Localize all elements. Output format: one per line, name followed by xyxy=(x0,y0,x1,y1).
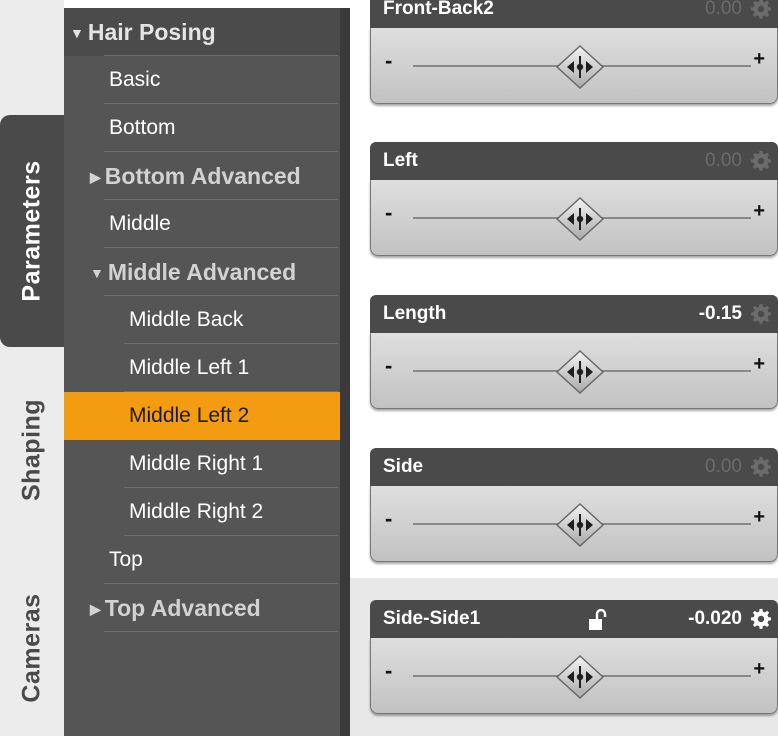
slider-header: Side-Side1 -0.020 xyxy=(370,600,778,638)
decrement-button[interactable]: - xyxy=(385,658,392,684)
tree-item-middle-left-2[interactable]: Middle Left 2 xyxy=(64,392,340,440)
slider-value[interactable]: -0.15 xyxy=(699,295,742,333)
slider-track-area[interactable]: - + xyxy=(370,486,778,562)
collapsed-arrow-icon[interactable]: ▶ xyxy=(90,585,101,633)
tree-item-top-advanced[interactable]: ▶ Top Advanced xyxy=(64,584,340,632)
tab-parameters[interactable]: Parameters xyxy=(0,115,64,347)
slider-value[interactable]: -0.020 xyxy=(688,600,742,638)
tree-item-label: Bottom xyxy=(109,116,176,139)
decrement-button[interactable]: - xyxy=(385,200,392,226)
slider-header: Side 0.00 xyxy=(370,448,778,486)
slider-knob[interactable] xyxy=(555,654,605,700)
tab-shaping[interactable]: Shaping xyxy=(0,370,64,530)
tree-item-middle[interactable]: Middle xyxy=(64,200,340,248)
slider-track-area[interactable]: - + xyxy=(370,28,778,104)
slider-track-area[interactable]: - + xyxy=(370,333,778,409)
tree-item-label: Middle Left 2 xyxy=(129,404,250,427)
tab-parameters-label: Parameters xyxy=(17,160,46,302)
slider-header: Left 0.00 xyxy=(370,142,778,180)
slider-knob[interactable] xyxy=(555,44,605,90)
tree-item-bottom-advanced[interactable]: ▶ Bottom Advanced xyxy=(64,152,340,200)
slider-side-side1: Side-Side1 -0.020- + xyxy=(370,600,778,717)
tree-item-middle-right-2[interactable]: Middle Right 2 xyxy=(64,488,340,536)
panel-splitter[interactable] xyxy=(340,8,350,736)
tree-item-basic[interactable]: Basic xyxy=(64,56,340,104)
slider-value[interactable]: 0.00 xyxy=(705,448,742,486)
tree-item-middle-advanced[interactable]: ▼ Middle Advanced xyxy=(64,248,340,296)
tree-item-label: Top xyxy=(109,548,143,571)
gear-icon[interactable] xyxy=(750,608,772,630)
decrement-button[interactable]: - xyxy=(385,48,392,74)
tree-header-label: Hair Posing xyxy=(87,19,216,45)
gear-icon[interactable] xyxy=(750,456,772,478)
slider-header: Front-Back2 0.00 xyxy=(370,0,778,28)
slider-track-area[interactable]: - + xyxy=(370,180,778,256)
tab-cameras-label: Cameras xyxy=(17,593,46,703)
decrement-button[interactable]: - xyxy=(385,506,392,532)
parameter-tree: ▼ Hair Posing Basic Bottom ▶ Bottom Advanced M… xyxy=(64,8,340,736)
tab-shaping-label: Shaping xyxy=(17,398,46,502)
tree-item-label: Middle xyxy=(109,212,171,235)
tab-cameras[interactable]: Cameras xyxy=(0,560,64,736)
gear-icon[interactable] xyxy=(750,150,772,172)
slider-label: Front-Back2 xyxy=(383,0,494,19)
tree-item-label: Middle Back xyxy=(129,308,244,331)
gear-icon[interactable] xyxy=(750,0,772,20)
slider-header: Length -0.15 xyxy=(370,295,778,333)
tree-header-hair-posing[interactable]: ▼ Hair Posing xyxy=(64,8,340,56)
increment-button[interactable]: + xyxy=(753,48,765,71)
tree-item-label: Middle Left 1 xyxy=(129,356,250,379)
row-divider xyxy=(104,55,338,56)
slider-value[interactable]: 0.00 xyxy=(705,0,742,28)
unlock-icon[interactable] xyxy=(588,608,608,631)
expanded-arrow-icon[interactable]: ▼ xyxy=(90,249,104,297)
slider-left: Left 0.00- + xyxy=(370,142,778,259)
slider-front-back2: Front-Back2 0.00- + xyxy=(370,0,778,107)
decrement-button[interactable]: - xyxy=(385,353,392,379)
slider-knob[interactable] xyxy=(555,502,605,548)
slider-label: Side xyxy=(383,456,424,477)
tree-item-middle-right-1[interactable]: Middle Right 1 xyxy=(64,440,340,488)
slider-knob[interactable] xyxy=(555,349,605,395)
slider-value[interactable]: 0.00 xyxy=(705,142,742,180)
slider-knob[interactable] xyxy=(555,196,605,242)
vertical-tab-strip: Parameters Shaping Cameras xyxy=(0,0,64,736)
increment-button[interactable]: + xyxy=(753,658,765,681)
collapsed-arrow-icon[interactable]: ▶ xyxy=(90,153,101,201)
tree-item-middle-back[interactable]: Middle Back xyxy=(64,296,340,344)
increment-button[interactable]: + xyxy=(753,353,765,376)
tree-item-label: Basic xyxy=(109,68,161,91)
slider-label: Side-Side1 xyxy=(383,608,481,629)
slider-label: Length xyxy=(383,303,447,324)
tree-item-label: Middle Right 1 xyxy=(129,452,264,475)
slider-length: Length -0.15- + xyxy=(370,295,778,412)
increment-button[interactable]: + xyxy=(753,200,765,223)
tree-item-label: Middle Advanced xyxy=(107,259,297,285)
gear-icon[interactable] xyxy=(750,303,772,325)
tree-item-top[interactable]: Top xyxy=(64,536,340,584)
slider-track-area[interactable]: - + xyxy=(370,638,778,714)
increment-button[interactable]: + xyxy=(753,506,765,529)
slider-side: Side 0.00- + xyxy=(370,448,778,565)
tree-item-label: Bottom Advanced xyxy=(104,163,301,189)
slider-label: Left xyxy=(383,150,418,171)
row-divider xyxy=(104,631,338,632)
tree-item-label: Top Advanced xyxy=(104,595,261,621)
tree-item-bottom[interactable]: Bottom xyxy=(64,104,340,152)
expanded-arrow-icon: ▼ xyxy=(70,25,84,41)
tree-item-middle-left-1[interactable]: Middle Left 1 xyxy=(64,344,340,392)
tree-item-label: Middle Right 2 xyxy=(129,500,264,523)
